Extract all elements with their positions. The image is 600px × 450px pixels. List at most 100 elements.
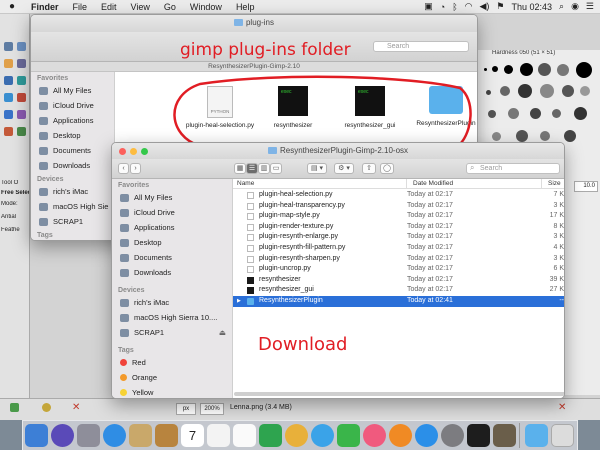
brush-preset[interactable]	[557, 64, 569, 76]
brush-preset[interactable]	[492, 66, 498, 72]
sidebar-item-documents[interactable]: Documents	[112, 250, 232, 265]
menu-view[interactable]: View	[124, 2, 157, 12]
brush-preset[interactable]	[486, 90, 491, 95]
sidebar-item-downloads[interactable]: Downloads	[31, 158, 114, 173]
brush-preset[interactable]	[488, 110, 496, 118]
reset-icon[interactable]: ✕	[558, 402, 566, 413]
menu-app-name[interactable]: Finder	[24, 2, 66, 12]
brush-preset[interactable]	[508, 108, 519, 119]
maps-dock-icon[interactable]	[259, 424, 282, 447]
save-icon[interactable]	[10, 403, 19, 412]
reminders-dock-icon[interactable]	[233, 424, 256, 447]
ibooks-dock-icon[interactable]	[389, 424, 412, 447]
brush-size-input[interactable]: 10.0	[574, 181, 598, 192]
terminal-dock-icon[interactable]	[467, 424, 490, 447]
brush-preset[interactable]	[538, 63, 551, 76]
unit-select[interactable]: px	[176, 403, 196, 415]
mail-dock-icon[interactable]	[129, 424, 152, 447]
trash-dock-icon[interactable]	[551, 424, 574, 447]
sidebar-tag-red[interactable]: Red	[112, 355, 232, 370]
table-row[interactable]: plugin-map-style.py Today at 02:17 17 K	[233, 211, 564, 222]
table-row[interactable]: ▶ ResynthesizerPlugin Today at 02:41 --	[233, 296, 564, 307]
contacts-dock-icon[interactable]	[155, 424, 178, 447]
lasso-tool-icon[interactable]	[4, 59, 13, 68]
menu-edit[interactable]: Edit	[94, 2, 124, 12]
column-date-modified[interactable]: Date Modified	[407, 179, 542, 188]
sidebar-tag-orange[interactable]: Orange	[112, 370, 232, 385]
photos-dock-icon[interactable]	[285, 424, 308, 447]
table-row[interactable]: plugin-render-texture.py Today at 02:17 8 …	[233, 222, 564, 233]
bluetooth-icon[interactable]: ᛒ	[452, 2, 457, 12]
brush-preset[interactable]	[540, 84, 554, 98]
sidebar-item-macos-disk[interactable]: macOS High Sie	[31, 199, 114, 214]
brush-preset[interactable]	[530, 108, 541, 119]
sidebar-item-scrap1[interactable]: SCRAP1	[31, 214, 114, 229]
sidebar-item-icloud[interactable]: iCloud Drive	[112, 205, 232, 220]
itunes-dock-icon[interactable]	[363, 424, 386, 447]
table-row[interactable]: plugin-resynth-enlarge.py Today at 02:17 3…	[233, 232, 564, 243]
sidebar-item-desktop[interactable]: Desktop	[31, 128, 114, 143]
flip-tool-icon[interactable]	[4, 110, 13, 119]
wifi-icon[interactable]: ◠	[465, 1, 473, 12]
crop-tool-icon[interactable]	[4, 76, 13, 85]
delete-icon[interactable]: ✕	[72, 402, 80, 413]
eject-icon[interactable]: ⏏	[219, 328, 232, 337]
sidebar-item-all-my-files[interactable]: All My Files	[31, 83, 114, 98]
gallery-view-button[interactable]: ▭	[270, 163, 282, 174]
brush-preset[interactable]	[580, 86, 590, 96]
sidebar-item-applications[interactable]: Applications	[112, 220, 232, 235]
system-preferences-dock-icon[interactable]	[441, 424, 464, 447]
share-button[interactable]: ⇧	[362, 163, 376, 174]
column-name[interactable]: Name	[233, 179, 407, 188]
brush-preset[interactable]	[552, 109, 561, 118]
launchpad-dock-icon[interactable]	[77, 424, 100, 447]
sidebar-item-icloud[interactable]: iCloud Drive	[31, 98, 114, 113]
sidebar-item-desktop[interactable]: Desktop	[112, 235, 232, 250]
app-store-dock-icon[interactable]	[415, 424, 438, 447]
flag-icon[interactable]: ⚑	[496, 1, 504, 12]
disclosure-triangle-icon[interactable]: ▶	[237, 296, 241, 307]
icon-view-button[interactable]: ▦	[234, 163, 246, 174]
menu-file[interactable]: File	[66, 2, 95, 12]
notes-dock-icon[interactable]	[207, 424, 230, 447]
table-row[interactable]: plugin-resynth-sharpen.py Today at 02:17 3…	[233, 254, 564, 265]
downloads-stack-dock-icon[interactable]	[525, 424, 548, 447]
brush-preset[interactable]	[562, 85, 574, 97]
feather-checkbox[interactable]: Feathe	[1, 227, 29, 233]
sidebar-item-imac[interactable]: rich's iMac	[112, 295, 232, 310]
brush-preset[interactable]	[574, 107, 587, 120]
move-tool-icon[interactable]	[4, 93, 13, 102]
scale-tool-icon[interactable]	[17, 93, 26, 102]
search-icon[interactable]: ⌕	[559, 1, 564, 12]
facetime-dock-icon[interactable]	[337, 424, 360, 447]
safari-dock-icon[interactable]	[103, 424, 126, 447]
fuzzy-select-tool-icon[interactable]	[17, 59, 26, 68]
sidebar-item-applications[interactable]: Applications	[31, 113, 114, 128]
table-row[interactable]: plugin-resynth-fill-pattern.py Today at 0…	[233, 243, 564, 254]
table-row[interactable]: plugin-heal-transparency.py Today at 02:1…	[233, 201, 564, 212]
undo-icon[interactable]	[42, 403, 51, 412]
calendar-dock-icon[interactable]: 7	[181, 424, 204, 447]
sidebar-item-imac[interactable]: rich's iMac	[31, 184, 114, 199]
sidebar-item-documents[interactable]: Documents	[31, 143, 114, 158]
bucket-fill-icon[interactable]	[4, 127, 13, 136]
timemachine-icon[interactable]: ◔	[440, 2, 445, 12]
menu-help[interactable]: Help	[229, 2, 262, 12]
clock-text[interactable]: Thu 02:43	[511, 2, 552, 12]
rotate-tool-icon[interactable]	[17, 76, 26, 85]
paint-tool-icon[interactable]	[17, 127, 26, 136]
brush-preset[interactable]	[504, 65, 513, 74]
action-gear-button[interactable]: ⚙ ▾	[334, 163, 354, 174]
sidebar-tag-yellow[interactable]: Yellow	[112, 385, 232, 398]
brush-preset[interactable]	[500, 86, 510, 96]
forward-button[interactable]: ›	[130, 163, 141, 174]
minimize-button[interactable]	[130, 148, 137, 155]
ellipse-select-tool-icon[interactable]	[17, 42, 26, 51]
finder-dock-icon[interactable]	[25, 424, 48, 447]
zoom-button[interactable]	[141, 148, 148, 155]
brush-preset[interactable]	[576, 62, 592, 78]
back-search-field[interactable]: Search	[373, 41, 469, 52]
brush-preset[interactable]	[518, 84, 532, 98]
sidebar-item-scrap1[interactable]: SCRAP1 ⏏	[112, 325, 232, 340]
menu-go[interactable]: Go	[157, 2, 183, 12]
